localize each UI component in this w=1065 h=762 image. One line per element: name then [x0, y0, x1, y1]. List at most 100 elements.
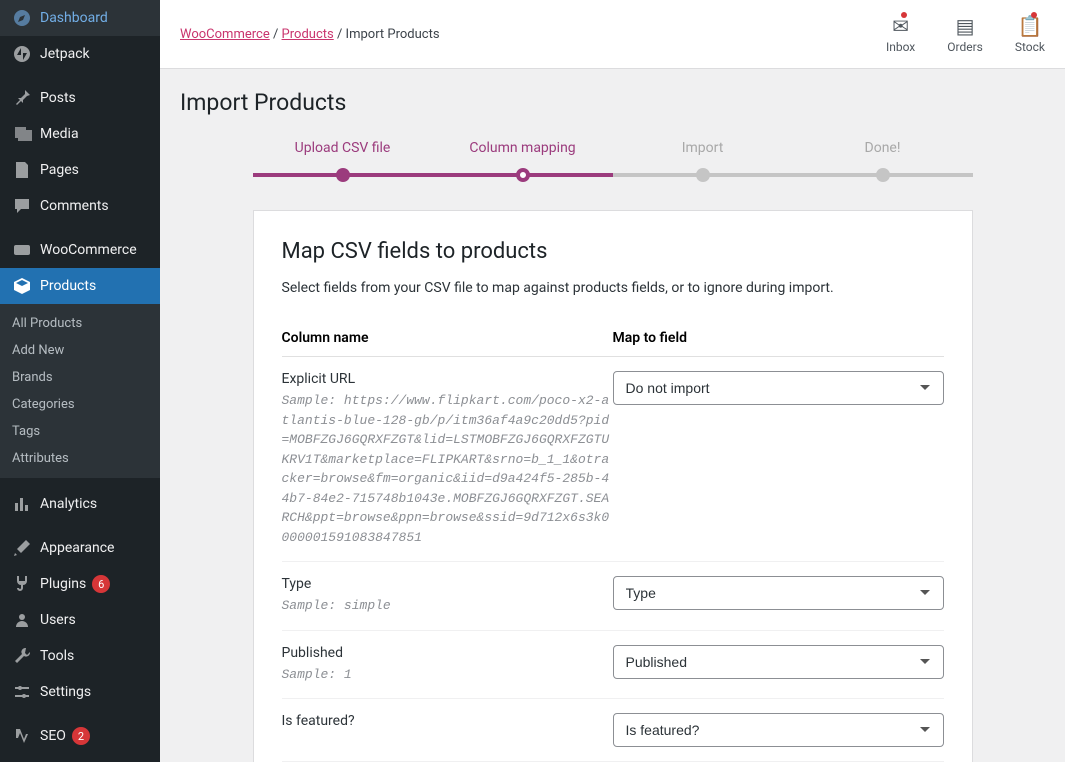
submenu-all-products[interactable]: All Products [0, 310, 160, 337]
breadcrumb-products[interactable]: Products [282, 27, 334, 42]
sidebar-item-jetpack[interactable]: Jetpack [0, 36, 160, 72]
sidebar-label: Jetpack [40, 46, 90, 62]
map-field-select[interactable]: Do not import [613, 371, 944, 405]
user-icon [12, 610, 32, 630]
table-row: Explicit URL Sample: https://www.flipkar… [282, 357, 944, 562]
chart-icon [12, 494, 32, 514]
action-label: Orders [947, 40, 983, 54]
woocommerce-icon [12, 240, 32, 260]
sidebar-label: Appearance [40, 540, 114, 556]
action-label: Stock [1015, 40, 1045, 54]
seo-badge: 2 [72, 727, 90, 745]
card-description: Select fields from your CSV file to map … [282, 280, 944, 296]
column-name: Published [282, 645, 613, 661]
th-map-field: Map to field [613, 320, 944, 357]
topbar: WooCommerce / Products / Import Products… [160, 0, 1065, 69]
sidebar-label: Settings [40, 684, 91, 700]
seo-icon [12, 726, 32, 746]
submenu-add-new[interactable]: Add New [0, 337, 160, 364]
inbox-action[interactable]: ✉ Inbox [886, 14, 915, 54]
action-label: Inbox [886, 40, 915, 54]
clipboard-icon: 📋 [1017, 14, 1042, 38]
table-row: Type Sample: simple Type [282, 562, 944, 631]
submenu-brands[interactable]: Brands [0, 364, 160, 391]
step-dot-icon [336, 168, 350, 182]
sidebar-label: Products [40, 278, 96, 294]
sidebar-item-appearance[interactable]: Appearance [0, 530, 160, 566]
table-row: Is featured? Is featured? [282, 699, 944, 762]
jetpack-icon [12, 44, 32, 64]
th-column-name: Column name [282, 320, 613, 357]
plugins-badge: 6 [92, 575, 110, 593]
sidebar-item-woocommerce[interactable]: WooCommerce [0, 232, 160, 268]
map-field-select[interactable]: Type [613, 576, 944, 610]
sidebar-label: Users [40, 612, 76, 628]
map-field-select[interactable]: Published [613, 645, 944, 679]
sidebar-item-pages[interactable]: Pages [0, 152, 160, 188]
column-sample: Sample: 1 [282, 665, 613, 685]
page-icon [12, 160, 32, 180]
top-actions: ✉ Inbox ▤ Orders 📋 Stock [886, 14, 1045, 54]
sidebar-item-dashboard[interactable]: Dashboard [0, 0, 160, 36]
sidebar-item-tools[interactable]: Tools [0, 638, 160, 674]
sidebar-label: SEO [40, 728, 66, 744]
map-field-select[interactable]: Is featured? [613, 713, 944, 747]
import-wizard: Upload CSV file Column mapping Import Do… [253, 140, 973, 762]
sidebar-label: Pages [40, 162, 79, 178]
sidebar-label: Media [40, 126, 79, 142]
column-name: Is featured? [282, 713, 613, 729]
submenu-categories[interactable]: Categories [0, 391, 160, 418]
wizard-steps: Upload CSV file Column mapping Import Do… [253, 140, 973, 182]
box-icon [12, 276, 32, 296]
column-sample: Sample: simple [282, 596, 613, 616]
submenu-attributes[interactable]: Attributes [0, 445, 160, 472]
mapping-card: Map CSV fields to products Select fields… [253, 210, 973, 762]
stock-action[interactable]: 📋 Stock [1015, 14, 1045, 54]
sidebar-label: WooCommerce [40, 242, 137, 258]
breadcrumb: WooCommerce / Products / Import Products [180, 27, 440, 42]
pin-icon [12, 88, 32, 108]
sidebar-label: Analytics [40, 496, 97, 512]
comment-icon [12, 196, 32, 216]
brush-icon [12, 538, 32, 558]
column-sample: Sample: https://www.flipkart.com/poco-x2… [282, 391, 613, 547]
content: Import Products Upload CSV file Column m… [160, 69, 1065, 762]
list-icon: ▤ [956, 14, 975, 38]
sidebar-item-products[interactable]: Products [0, 268, 160, 304]
wrench-icon [12, 646, 32, 666]
plug-icon [12, 574, 32, 594]
gauge-icon [12, 8, 32, 28]
sidebar-label: Posts [40, 90, 76, 106]
sidebar-item-plugins[interactable]: Plugins 6 [0, 566, 160, 602]
submenu-tags[interactable]: Tags [0, 418, 160, 445]
products-submenu: All Products Add New Brands Categories T… [0, 304, 160, 478]
mapping-table: Column name Map to field Explicit URL Sa… [282, 320, 944, 762]
sidebar-item-settings[interactable]: Settings [0, 674, 160, 710]
sidebar-label: Comments [40, 198, 109, 214]
page-title: Import Products [180, 89, 1045, 116]
sidebar-item-media[interactable]: Media [0, 116, 160, 152]
sidebar-item-posts[interactable]: Posts [0, 80, 160, 116]
notification-dot-icon [1031, 12, 1037, 18]
sidebar-label: Dashboard [40, 10, 108, 26]
column-name: Type [282, 576, 613, 592]
table-row: Published Sample: 1 Published [282, 630, 944, 699]
sidebar-label: Tools [40, 648, 74, 664]
sidebar-label: Plugins [40, 576, 86, 592]
step-dot-icon [876, 168, 890, 182]
breadcrumb-current: Import Products [346, 27, 440, 42]
orders-action[interactable]: ▤ Orders [947, 14, 983, 54]
sidebar-item-seo[interactable]: SEO 2 [0, 718, 160, 754]
media-icon [12, 124, 32, 144]
sidebar-item-users[interactable]: Users [0, 602, 160, 638]
breadcrumb-woocommerce[interactable]: WooCommerce [180, 27, 270, 42]
mail-icon: ✉ [892, 14, 909, 38]
sidebar-item-comments[interactable]: Comments [0, 188, 160, 224]
column-name: Explicit URL [282, 371, 613, 387]
card-title: Map CSV fields to products [282, 239, 944, 264]
step-dot-icon [696, 168, 710, 182]
main-area: WooCommerce / Products / Import Products… [160, 0, 1065, 762]
sidebar-item-analytics[interactable]: Analytics [0, 486, 160, 522]
step-dot-icon [516, 168, 530, 182]
admin-sidebar: Dashboard Jetpack Posts Media Pages Comm… [0, 0, 160, 762]
